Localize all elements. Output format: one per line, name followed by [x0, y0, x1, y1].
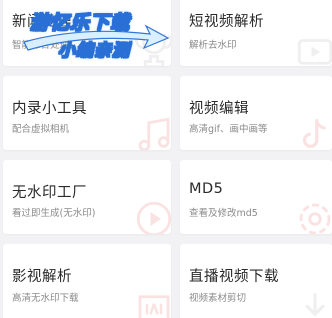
tool-subtitle: 解析去水印: [189, 40, 237, 51]
tool-subtitle: 高清gif、画中画等: [189, 124, 268, 135]
tool-card-internal-record[interactable]: 内录小工具 配合虚拟相机: [3, 76, 171, 150]
trophy-icon: [133, 30, 171, 66]
play-icon: [133, 198, 171, 234]
tool-title: 视频编辑: [189, 101, 249, 117]
tool-card-live-download[interactable]: 直播视频下载 视频素材剪切: [180, 244, 332, 318]
tool-card-video-edit[interactable]: 视频编辑 高清gif、画中画等: [180, 76, 332, 150]
tool-card-no-watermark-factory[interactable]: 无水印工厂 看过即生成(无水印): [3, 160, 171, 234]
tool-subtitle: 视频素材剪切: [189, 293, 247, 304]
tool-card-news[interactable]: 新闻处理 智能综合处理: [3, 0, 171, 66]
tool-title: 短视频解析: [189, 14, 264, 30]
tool-subtitle: 看过即生成(无水印): [12, 208, 96, 219]
tool-subtitle: 配合虚拟相机: [12, 124, 70, 135]
tool-subtitle: 高清无水印下载: [12, 293, 79, 304]
tool-title: 直播视频下载: [189, 269, 279, 285]
tool-subtitle: 查看及修改md5: [189, 208, 258, 219]
tool-title: 影视解析: [12, 269, 72, 285]
tool-title: 无水印工厂: [12, 185, 87, 201]
music-note-icon: [133, 114, 171, 150]
tool-card-film-parse[interactable]: 影视解析 高清无水印下载: [3, 244, 171, 318]
download-icon: [294, 288, 332, 318]
video-icon: [294, 30, 332, 66]
tool-card-md5[interactable]: MD5 查看及修改md5: [180, 160, 332, 234]
tool-grid: 新闻处理 智能综合处理 短视频解析 解析去水印 内录小工具 配合虚拟相机 视频编…: [0, 0, 332, 318]
tool-title: 新闻处理: [12, 14, 72, 30]
settings-icon: [294, 198, 332, 234]
tool-card-short-video-parse[interactable]: 短视频解析 解析去水印: [180, 0, 332, 66]
tool-title: MD5: [189, 181, 224, 197]
iqiyi-icon: [133, 288, 171, 318]
tool-subtitle: 智能综合处理: [12, 40, 70, 51]
tiktok-icon: [294, 114, 332, 150]
tool-title: 内录小工具: [12, 101, 87, 117]
